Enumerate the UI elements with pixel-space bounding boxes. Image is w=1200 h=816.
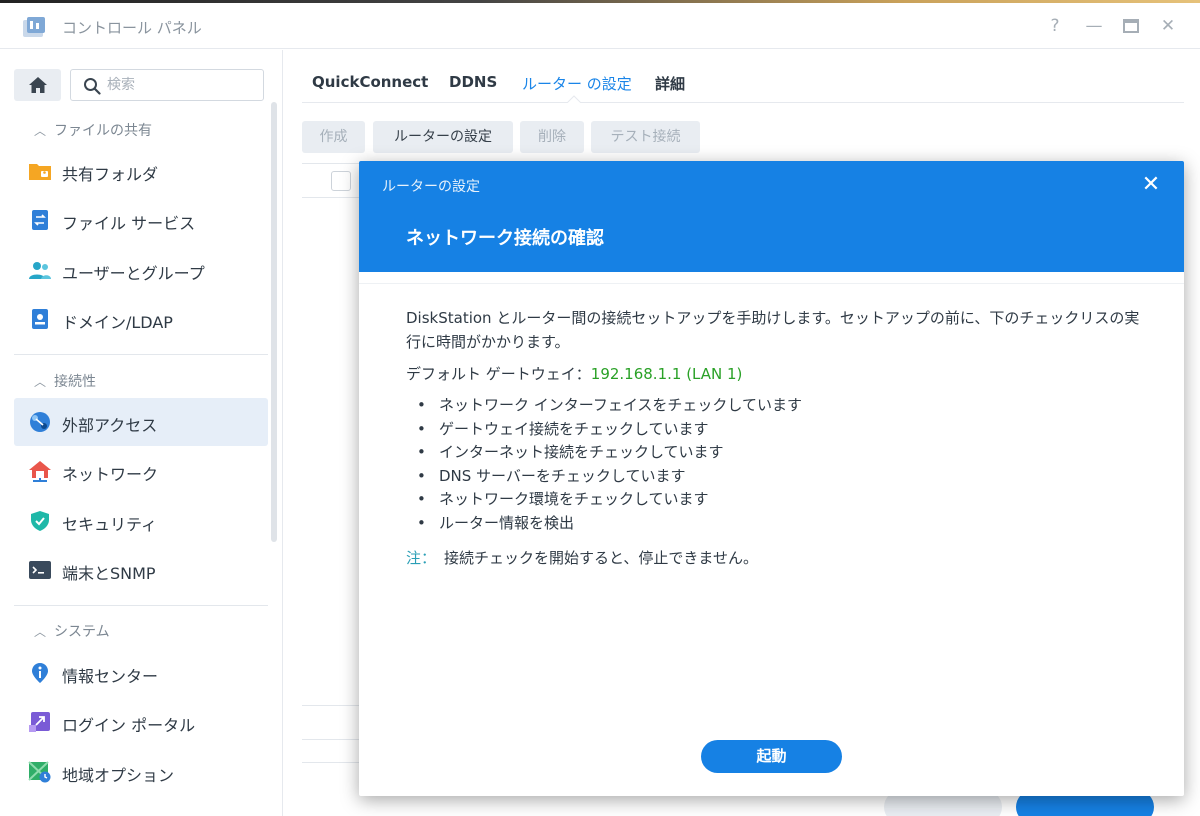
- select-all-checkbox[interactable]: [331, 171, 351, 191]
- chevron-up-icon: ︿: [34, 375, 47, 389]
- users-icon: [29, 262, 51, 279]
- sidebar-item-label: 情報センター: [62, 667, 159, 686]
- sidebar-item-label: ユーザーとグループ: [62, 264, 205, 283]
- dialog-description: DiskStation とルーター間の接続セットアップを手助けします。セットアッ…: [406, 309, 1140, 351]
- sidebar-item-regional-options[interactable]: 地域オプション: [14, 748, 268, 796]
- sidebar-scrollbar[interactable]: [271, 102, 277, 542]
- sidebar-item-users-groups[interactable]: ユーザーとグループ: [14, 246, 268, 294]
- control-panel-window: コントロール パネル ? — ✕ ︿ ファイルの共有: [0, 3, 1200, 816]
- connection-checklist: ネットワーク インターフェイスをチェックしています ゲートウェイ接続をチェックし…: [406, 394, 802, 536]
- delete-button[interactable]: 削除: [520, 121, 584, 153]
- tab-ddns[interactable]: DDNS: [449, 73, 497, 91]
- dialog-note: 注： 接続チェックを開始すると、停止できません。: [406, 547, 758, 568]
- folder-icon: [29, 164, 51, 180]
- tab-bar-line: [302, 102, 1184, 103]
- checklist-item: ゲートウェイ接続をチェックしています: [406, 418, 802, 442]
- sidebar-item-login-portal[interactable]: ログイン ポータル: [14, 698, 268, 746]
- control-panel-app-icon: [23, 17, 45, 37]
- section-divider: [14, 354, 268, 355]
- section-divider: [14, 605, 268, 606]
- search-input[interactable]: [107, 75, 257, 95]
- sidebar-item-label: ファイル サービス: [62, 214, 196, 233]
- dialog-header: ルーターの設定 ✕ ネットワーク接続の確認: [359, 161, 1184, 272]
- create-button[interactable]: 作成: [302, 121, 365, 153]
- home-icon: [29, 77, 47, 93]
- chevron-up-icon: ︿: [34, 124, 47, 138]
- checklist-item: ネットワーク環境をチェックしています: [406, 488, 802, 512]
- note-text: 接続チェックを開始すると、停止できません。: [444, 549, 758, 567]
- sidebar-item-label: 地域オプション: [62, 766, 175, 785]
- default-gateway-row: デフォルト ゲートウェイ：192.168.1.1 (LAN 1): [406, 363, 742, 384]
- regional-options-icon: [28, 761, 51, 783]
- checklist-item: ルーター情報を検出: [406, 512, 802, 536]
- default-gateway-value: 192.168.1.1 (LAN 1): [590, 365, 743, 383]
- section-header-file-sharing[interactable]: ︿ ファイルの共有: [34, 120, 152, 140]
- section-header-connectivity[interactable]: ︿ 接続性: [34, 371, 96, 391]
- info-icon: [32, 663, 48, 683]
- sidebar-item-label: ネットワーク: [62, 465, 159, 484]
- home-button[interactable]: [14, 69, 61, 101]
- sidebar-item-label: セキュリティ: [62, 515, 158, 534]
- test-connection-button[interactable]: テスト接続: [591, 121, 700, 153]
- sidebar-item-label: 端末とSNMP: [62, 564, 156, 583]
- tab-advanced[interactable]: 詳細: [655, 73, 685, 94]
- start-button[interactable]: 起動: [701, 740, 842, 773]
- router-settings-button[interactable]: ルーターの設定: [373, 121, 513, 153]
- section-label: ファイルの共有: [54, 123, 152, 139]
- sidebar-item-network[interactable]: ネットワーク: [14, 447, 268, 495]
- dialog-heading: ネットワーク接続の確認: [406, 228, 604, 249]
- section-label: 接続性: [54, 374, 96, 390]
- network-icon: [29, 461, 51, 482]
- domain-icon: [32, 309, 48, 329]
- checklist-item: インターネット接続をチェックしています: [406, 441, 802, 465]
- active-tab-indicator: [567, 95, 581, 103]
- sidebar-item-label: ログイン ポータル: [62, 716, 196, 735]
- minimize-icon[interactable]: —: [1083, 15, 1105, 37]
- sidebar-item-terminal-snmp[interactable]: 端末とSNMP: [14, 546, 268, 594]
- sidebar-item-label: ドメイン/LDAP: [62, 313, 173, 332]
- help-icon[interactable]: ?: [1044, 15, 1066, 37]
- search-field[interactable]: [70, 69, 264, 101]
- sidebar-item-domain-ldap[interactable]: ドメイン/LDAP: [14, 295, 268, 343]
- section-header-system[interactable]: ︿ システム: [34, 621, 110, 641]
- window-close-icon[interactable]: ✕: [1157, 15, 1179, 37]
- section-label: システム: [54, 624, 110, 640]
- tab-quickconnect[interactable]: QuickConnect: [312, 73, 428, 91]
- note-label: 注：: [406, 549, 437, 567]
- sidebar-item-external-access[interactable]: 外部アクセス: [14, 398, 268, 446]
- tab-router-settings[interactable]: ルーター の設定: [522, 73, 632, 94]
- dialog-header-separator: [359, 272, 1184, 284]
- sidebar-item-info-center[interactable]: 情報センター: [14, 649, 268, 697]
- sidebar-item-file-services[interactable]: ファイル サービス: [14, 196, 268, 244]
- checklist-item: ネットワーク インターフェイスをチェックしています: [406, 394, 802, 418]
- default-gateway-label: デフォルト ゲートウェイ：: [406, 365, 591, 383]
- shield-icon: [31, 511, 49, 531]
- dialog-title: ルーターの設定: [382, 179, 480, 195]
- external-access-icon: [30, 412, 50, 432]
- sidebar-item-label: 外部アクセス: [62, 416, 158, 435]
- file-services-icon: [32, 210, 48, 230]
- router-settings-dialog: ルーターの設定 ✕ ネットワーク接続の確認 DiskStation とルーター間…: [359, 161, 1184, 796]
- search-icon: [84, 78, 101, 95]
- sidebar-item-shared-folder[interactable]: 共有フォルダ: [14, 147, 268, 195]
- window-title: コントロール パネル: [62, 19, 202, 37]
- maximize-icon[interactable]: [1120, 15, 1142, 37]
- sidebar-item-security[interactable]: セキュリティ: [14, 497, 268, 545]
- title-bar: コントロール パネル ? — ✕: [0, 3, 1200, 49]
- checklist-item: DNS サーバーをチェックしています: [406, 465, 802, 489]
- sidebar: ︿ファイルの共有 共有フォルダ ファイル サービス ユーザ: [0, 50, 283, 816]
- chevron-up-icon: ︿: [34, 625, 47, 639]
- login-portal-icon: [29, 712, 50, 732]
- dialog-close-icon[interactable]: ✕: [1139, 173, 1163, 197]
- sidebar-item-label: 共有フォルダ: [62, 165, 159, 184]
- terminal-icon: [29, 561, 51, 579]
